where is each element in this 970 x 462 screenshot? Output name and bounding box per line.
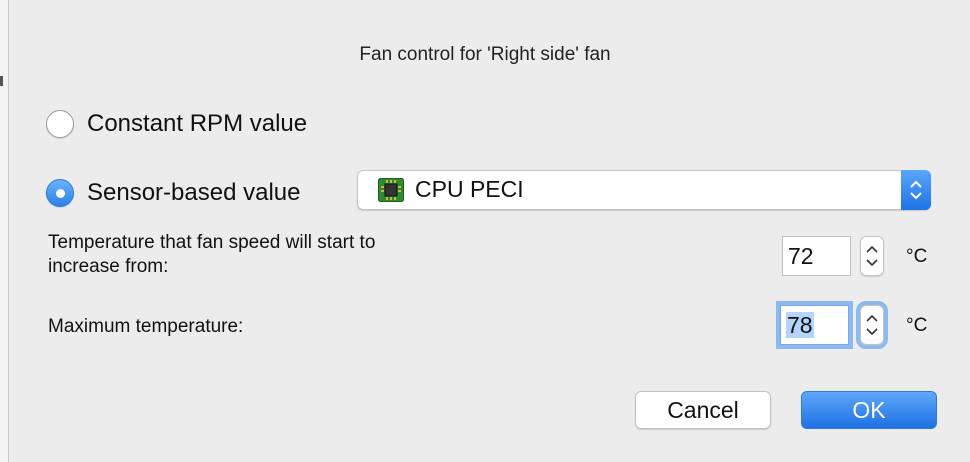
background-window-glyph	[0, 76, 3, 86]
max-temp-value: 78	[786, 312, 814, 338]
radio-constant-label: Constant RPM value	[87, 110, 308, 137]
max-temp-input[interactable]: 78	[776, 301, 853, 349]
dialog-title: Fan control for 'Right side' fan	[359, 44, 611, 65]
radio-constant-rpm[interactable]: Constant RPM value	[46, 110, 307, 138]
max-temp-unit: °C	[906, 315, 928, 336]
start-temp-label: Temperature that fan speed will start to…	[48, 231, 375, 279]
max-temp-stepper[interactable]	[856, 301, 888, 349]
start-temp-unit: °C	[906, 246, 928, 267]
popup-up-down-chevron-icon[interactable]	[901, 170, 931, 210]
stepper-chevron-icon	[866, 314, 878, 336]
start-temp-value: 72	[788, 243, 814, 269]
start-temp-label-line2: increase from:	[48, 256, 169, 277]
start-temp-input[interactable]: 72	[782, 236, 851, 276]
ok-button[interactable]: OK	[801, 391, 937, 429]
start-temp-label-line1: Temperature that fan speed will start to	[48, 232, 376, 253]
max-temp-label: Maximum temperature:	[48, 316, 244, 337]
cancel-button[interactable]: Cancel	[635, 391, 771, 429]
stepper-chevron-icon	[866, 245, 878, 267]
sensor-select-popup[interactable]: CPU PECI	[357, 170, 931, 210]
background-window-edge	[0, 0, 9, 462]
cpu-chip-icon	[378, 178, 404, 202]
radio-sensor-based[interactable]: Sensor-based value	[46, 179, 300, 207]
sensor-select-value: CPU PECI	[415, 176, 524, 202]
radio-button-sensor[interactable]	[46, 179, 74, 207]
radio-button-constant[interactable]	[46, 110, 74, 138]
radio-sensor-label: Sensor-based value	[87, 179, 301, 206]
radio-selected-dot	[55, 188, 65, 198]
start-temp-stepper[interactable]	[860, 236, 884, 276]
